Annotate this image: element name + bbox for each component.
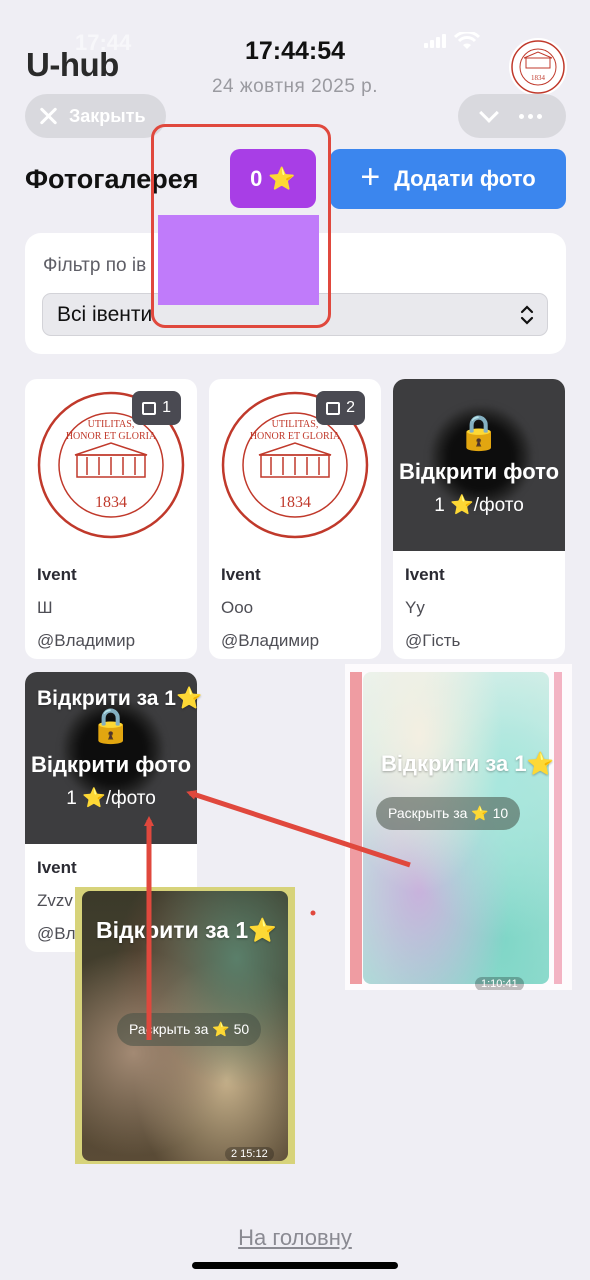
photo-card[interactable]: UTILITAS, HONOR ET GLORIA 1834 2 Ivent О… [209,379,381,659]
miniapp-menu[interactable] [458,94,566,138]
university-logo: 1834 [509,38,567,96]
photo-card[interactable]: UTILITAS, HONOR ET GLORIA 1834 1 Ivent Ш… [25,379,197,659]
more-icon[interactable] [519,113,543,119]
svg-text:1834: 1834 [95,494,127,511]
photo-count-badge: 2 [316,391,365,425]
card-event: Ivent [405,565,445,584]
card-event: Ivent [37,565,77,584]
live-clock: 17:44:54 [244,37,346,65]
open-photo-label: Відкрити фото [30,752,192,777]
home-indicator [192,1262,398,1269]
reference-screenshot: Відкрити за 1⭐ Раскрыть за ⭐ 10 1:10:41 [345,664,572,990]
card-description: Ш [37,598,53,617]
card-event: Ivent [221,565,261,584]
card-author: @Владимир [221,631,320,650]
annotation-label: Відкрити за 1⭐ [37,687,203,710]
add-photo-button[interactable]: + Додати фото [330,149,566,209]
card-event: Ivent [37,858,77,877]
plus-icon: + [360,158,381,196]
view-time: 1:10:41 [475,977,524,990]
photo-count: 1 [162,399,171,416]
open-photo-label: Відкрити фото [398,459,560,484]
locked-thumbnail[interactable]: 🔒 Відкрити фото 1 ⭐/фото [393,379,565,551]
price-label: 1 ⭐/фото [434,495,524,516]
price-label: 1 ⭐/фото [66,788,156,809]
card-description: Ооо [221,598,254,617]
filter-label: Фільтр по ів [43,255,147,276]
card-author: @Владимир [37,631,136,650]
lock-icon: 🔒 [89,707,133,745]
chevron-down-icon[interactable] [478,103,499,123]
svg-text:HONOR ET GLORIA: HONOR ET GLORIA [250,431,341,442]
svg-text:1834: 1834 [279,494,311,511]
close-label: Закрыть [69,105,146,126]
svg-text:UTILITAS,: UTILITAS, [88,419,135,430]
add-photo-label: Додати фото [394,166,536,191]
reveal-pill: Раскрыть за ⭐ 10 [376,797,521,830]
gallery-icon [326,401,341,415]
close-icon [37,105,59,127]
svg-text:HONOR ET GLORIA: HONOR ET GLORIA [66,431,157,442]
reveal-pill: Раскрыть за ⭐ 50 [117,1013,262,1046]
photo-thumbnail[interactable]: UTILITAS, HONOR ET GLORIA 1834 2 [209,379,381,551]
view-time: 2 15:12 [225,1147,274,1161]
annotation-label: Відкрити за 1⭐ [381,751,554,776]
annotation-label: Відкрити за 1⭐ [96,917,277,943]
select-arrows-icon [520,305,534,325]
photo-count: 2 [346,399,355,416]
svg-text:UTILITAS,: UTILITAS, [272,419,319,430]
photo-thumbnail[interactable]: UTILITAS, HONOR ET GLORIA 1834 1 [25,379,197,551]
card-author: @Гість [405,631,461,650]
svg-text:1834: 1834 [531,74,546,82]
annotation-dot [310,910,316,916]
event-filter-value: Всі івенти [57,302,153,326]
gallery-icon [142,401,157,415]
photo-count-badge: 1 [132,391,181,425]
lock-icon: 🔒 [457,414,501,452]
card-description: Yy [405,598,425,617]
reference-screenshot: Відкрити за 1⭐ Раскрыть за ⭐ 50 2 15:12 [75,887,295,1164]
highlight-frame [151,124,331,328]
home-link[interactable]: На головну [0,1225,590,1251]
close-button[interactable]: Закрыть [25,94,166,138]
photo-card-locked[interactable]: 🔒 Відкрити фото 1 ⭐/фото Ivent Yy @Гість [393,379,565,659]
